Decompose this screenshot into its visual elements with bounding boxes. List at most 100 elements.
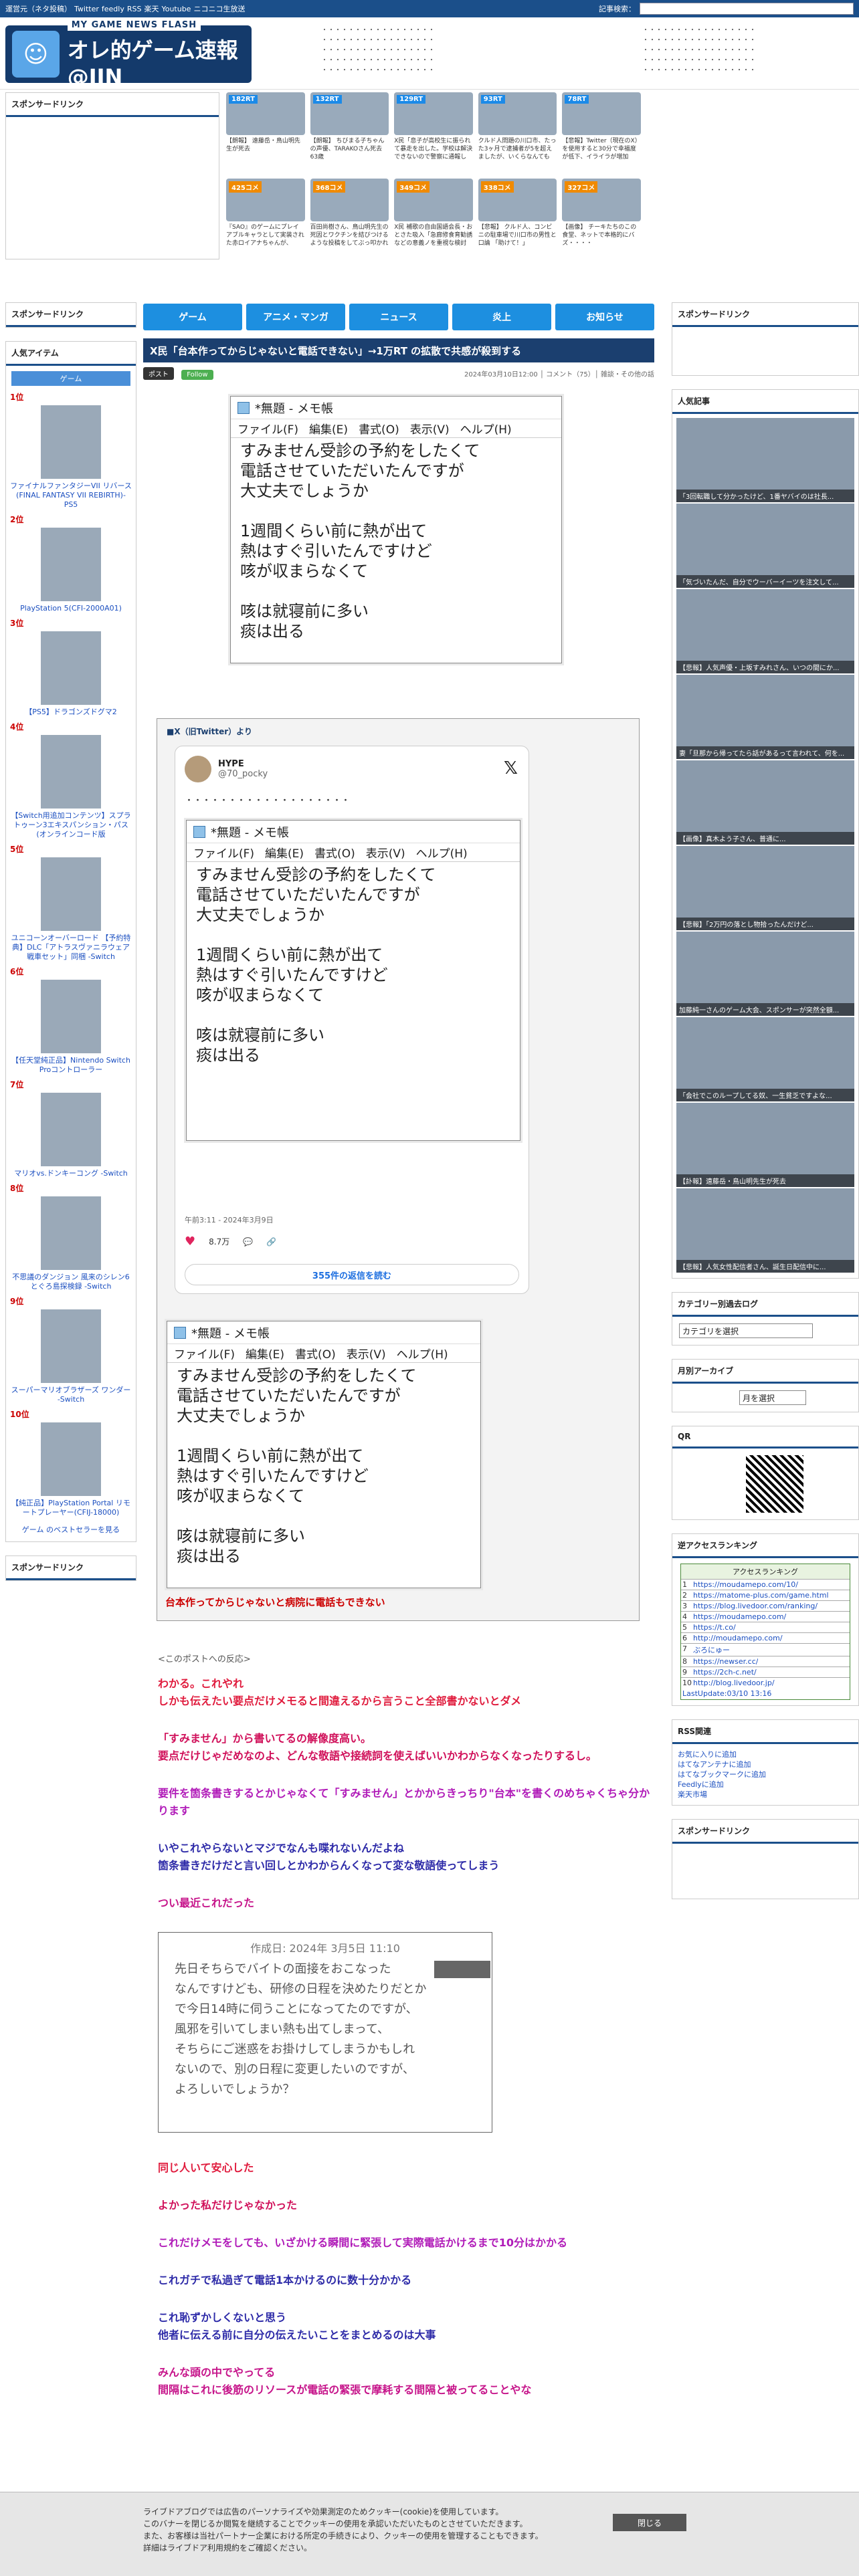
access-ranking-row[interactable]: 5 https://t.co/ (681, 1622, 850, 1632)
thumb-caption[interactable]: 【悲報】 クルド人、コンビニの駐車場で川口市の男性と口論 「助けて！」 (478, 223, 557, 255)
header-news-item[interactable]: ・・・・・・・・・・・・・・・・・ (642, 56, 843, 66)
read-replies-button[interactable]: 355件の返信を読む (185, 1264, 519, 1285)
popular-article-caption[interactable]: 「3回転職して分かったけど、1番ヤバイのは社長... (676, 490, 854, 502)
thumb-caption[interactable]: 『SAO』のゲームにプレイアブルキャラとして実装された赤ロイアナちゃんが、 (226, 223, 305, 255)
access-ranking-row[interactable]: 1 https://moudamepo.com/10/ (681, 1579, 850, 1590)
rank-item[interactable]: 10位 【純正品】PlayStation Portal リモートプレーヤー(CFI… (10, 1408, 132, 1517)
access-rank-url[interactable]: ぶろにゅー (693, 1644, 730, 1655)
popular-article[interactable]: 【訃報】遠藤岳・鳥山明先生が死去 (676, 1103, 854, 1188)
product-image[interactable] (41, 1196, 101, 1270)
access-rank-url[interactable]: http://blog.livedoor.jp/ (693, 1679, 775, 1687)
popular-article-caption[interactable]: 妻「旦那から帰ってたら話があるって言われて、何を... (676, 746, 854, 759)
product-link[interactable]: 【PS5】ドラゴンズドグマ2 (10, 708, 132, 717)
popular-article-caption[interactable]: 【悲報】人気声優・上坂すみれさん、いつの間にか... (676, 661, 854, 673)
rss-link[interactable]: はてなアンテナに追加 (678, 1759, 853, 1769)
rank-item[interactable]: 3位 【PS5】ドラゴンズドグマ2 (10, 617, 132, 717)
thumb-card[interactable]: 132RT 【朗報】 ちびまる子ちゃんの声優、TARAKOさん死去 63歳 (310, 92, 389, 171)
product-link[interactable]: 【Switch用追加コンテンツ】スプラトゥーン3エキスパンション・パス(オンライ… (10, 811, 132, 839)
tweet-card[interactable]: 𝗛𝗬𝗣𝗘 @70_pocky 𝕏 ・・・・・・・・・・・・・・・・・・・ *無題… (175, 746, 529, 1294)
rank-item[interactable]: 5位 ユニコーンオーバーロード 【予約特典】DLC「アトラスヴァニラウェア 戦車セ… (10, 843, 132, 962)
rss-link[interactable]: Feedlyに追加 (678, 1780, 853, 1790)
top-link[interactable]: Youtube (161, 5, 191, 13)
header-news-item[interactable]: ・・・・・・・・・・・・・・・・・ (321, 35, 636, 45)
access-rank-url[interactable]: https://moudamepo.com/10/ (693, 1580, 798, 1589)
thumb-card[interactable]: 129RT X民「息子が高校生に振られて暴走を出した。学校は解決できないので警察に… (394, 92, 473, 171)
product-link[interactable]: ユニコーンオーバーロード 【予約特典】DLC「アトラスヴァニラウェア 戦車セット… (10, 934, 132, 962)
rss-link[interactable]: はてなブックマークに追加 (678, 1769, 853, 1780)
product-image[interactable] (41, 980, 101, 1053)
access-ranking-row[interactable]: 2 https://matome-plus.com/game.html (681, 1590, 850, 1600)
header-news-item[interactable]: ・・・・・・・・・・・・・・・・・ (321, 56, 636, 66)
thumb-card[interactable]: 78RT 【悲報】Twitter（現在のX）を使用すると30分で幸福度が低下、イラ… (562, 92, 641, 171)
top-link[interactable]: 運営元（ネタ投稿） (5, 5, 72, 13)
popular-article-caption[interactable]: 【訃報】遠藤岳・鳥山明先生が死去 (676, 1174, 854, 1187)
popular-article-caption[interactable]: 【悲報】人気女性配信者さん、誕生日配信中に... (676, 1260, 854, 1273)
link-icon[interactable]: 🔗 (266, 1237, 276, 1247)
header-news-item[interactable]: ・・・・・・・・・・・・・・・・・ (321, 25, 636, 35)
rss-link[interactable]: 楽天市場 (678, 1790, 853, 1800)
rank-item[interactable]: 8位 不思議のダンジョン 風来のシレン6 とぐろ島探検録 -Switch (10, 1182, 132, 1291)
product-link[interactable]: ファイナルファンタジーVII リバース(FINAL FANTASY VII RE… (10, 481, 132, 510)
access-rank-url[interactable]: http://moudamepo.com/ (693, 1634, 783, 1642)
access-rank-url[interactable]: https://newser.cc/ (693, 1657, 758, 1666)
product-link[interactable]: 【任天堂純正品】Nintendo Switch Proコントローラー (10, 1056, 132, 1075)
product-image[interactable] (41, 631, 101, 705)
access-rank-url[interactable]: https://moudamepo.com/ (693, 1612, 786, 1621)
access-ranking-row[interactable]: 9 https://2ch-c.net/ (681, 1667, 850, 1677)
thumb-card[interactable]: 327コメ 【画像】 チーキたちのこの食堂、ネットで本格的にバズ・・・・ (562, 179, 641, 257)
product-image[interactable] (41, 1309, 101, 1383)
product-image[interactable] (41, 735, 101, 809)
thumb-card[interactable]: 182RT 【朗報】 遠藤岳・鳥山明先生が死去 (226, 92, 305, 171)
access-rank-url[interactable]: https://t.co/ (693, 1623, 736, 1632)
header-news-item[interactable]: ・・・・・・・・・・・・・・・・・ (642, 45, 843, 56)
product-link[interactable]: 【純正品】PlayStation Portal リモートプレーヤー(CFIJ-1… (10, 1499, 132, 1517)
search-input[interactable] (640, 3, 854, 15)
avatar[interactable] (185, 756, 211, 782)
thumb-card[interactable]: 425コメ 『SAO』のゲームにプレイアブルキャラとして実装された赤ロイアナちゃん… (226, 179, 305, 257)
product-image[interactable] (41, 857, 101, 931)
rank-item[interactable]: 4位 【Switch用追加コンテンツ】スプラトゥーン3エキスパンション・パス(オン… (10, 721, 132, 839)
nav-item[interactable]: ゲーム (143, 304, 242, 330)
rank-item[interactable]: 2位 PlayStation 5(CFI-2000A01) (10, 514, 132, 613)
rank-item[interactable]: 1位 ファイナルファンタジーVII リバース(FINAL FANTASY VII … (10, 391, 132, 510)
popular-article[interactable]: 【悲報】「2万円の落とし物拾ったんだけど... (676, 846, 854, 932)
thumb-caption[interactable]: X民「息子が高校生に振られて暴走を出した。学校は解決できないので警察に通報し (394, 137, 473, 169)
top-link[interactable]: feedly (102, 5, 124, 13)
access-ranking-row[interactable]: 6 http://moudamepo.com/ (681, 1632, 850, 1643)
thumb-card[interactable]: 338コメ 【悲報】 クルド人、コンビニの駐車場で川口市の男性と口論 「助けて！」 (478, 179, 557, 257)
product-link[interactable]: PlayStation 5(CFI-2000A01) (10, 604, 132, 613)
popular-article-caption[interactable]: 【画像】真木よう子さん、普通に... (676, 832, 854, 845)
product-link[interactable]: スーパーマリオブラザーズ ワンダー -Switch (10, 1386, 132, 1404)
access-ranking-row[interactable]: 10 http://blog.livedoor.jp/ (681, 1677, 850, 1688)
thumb-caption[interactable]: 【朗報】 ちびまる子ちゃんの声優、TARAKOさん死去 63歳 (310, 137, 389, 169)
product-link[interactable]: 不思議のダンジョン 風来のシレン6 とぐろ島探検録 -Switch (10, 1273, 132, 1291)
rss-link[interactable]: お気に入りに追加 (678, 1749, 853, 1759)
rank-item[interactable]: 7位 マリオvs.ドンキーコング -Switch (10, 1079, 132, 1178)
x-logo-icon[interactable]: 𝕏 (504, 758, 518, 778)
popular-article[interactable]: 【悲報】人気女性配信者さん、誕生日配信中に... (676, 1188, 854, 1274)
top-link[interactable]: RSS (127, 5, 142, 13)
site-logo[interactable]: ☺ MY GAME NEWS FLASH オレ的ゲーム速報@JIN (5, 19, 252, 90)
header-news-item[interactable]: ・・・・・・・・・・・・・・・・・ (642, 35, 843, 45)
thumb-caption[interactable]: クルド人問題の川口市、たった3ヶ月で逮捕者が5を超えましたが、いくらなんても (478, 137, 557, 169)
nav-item[interactable]: アニメ・マンガ (246, 304, 345, 330)
product-image[interactable] (41, 528, 101, 601)
top-link[interactable]: Twitter (74, 5, 99, 13)
product-image[interactable] (41, 1093, 101, 1166)
access-ranking-row[interactable]: 7 ぶろにゅー (681, 1643, 850, 1656)
month-select[interactable]: 月を選択 (739, 1390, 806, 1405)
header-news-item[interactable]: ・・・・・・・・・・・・・・・・・ (642, 66, 843, 76)
access-ranking-row[interactable]: 8 https://newser.cc/ (681, 1656, 850, 1667)
header-news-item[interactable]: ・・・・・・・・・・・・・・・・・ (321, 66, 636, 76)
follow-button[interactable]: Follow (181, 369, 213, 380)
popular-article[interactable]: 【画像】真木よう子さん、普通に... (676, 760, 854, 846)
thumb-caption[interactable]: 【朗報】 遠藤岳・鳥山明先生が死去 (226, 137, 305, 169)
product-link[interactable]: マリオvs.ドンキーコング -Switch (10, 1169, 132, 1178)
rank-item[interactable]: 6位 【任天堂純正品】Nintendo Switch Proコントローラー (10, 966, 132, 1075)
popular-article[interactable]: 「会社でこのループしてる奴、一生貧乏ですよな... (676, 1017, 854, 1103)
nav-item[interactable]: お知らせ (555, 304, 654, 330)
popular-article[interactable]: 「3回転職して分かったけど、1番ヤバイのは社長... (676, 418, 854, 504)
nav-item[interactable]: 炎上 (452, 304, 551, 330)
access-rank-url[interactable]: https://blog.livedoor.com/ranking/ (693, 1602, 818, 1610)
thumb-card[interactable]: 368コメ 百田尚樹さん、鳥山明先生の死因とワクチンを結びつけるような投稿をしてぶ… (310, 179, 389, 257)
